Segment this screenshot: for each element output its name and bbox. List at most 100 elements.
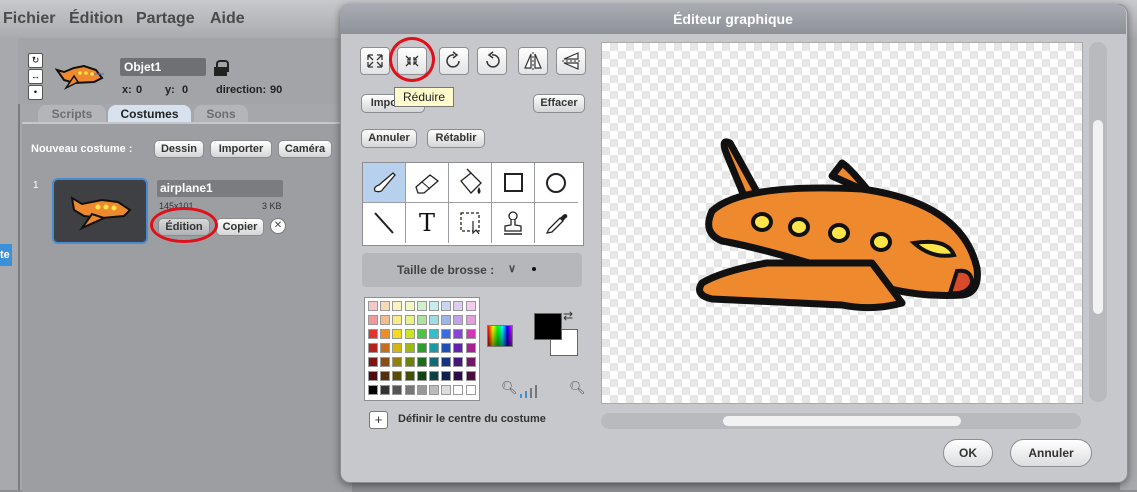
palette-swatch[interactable] [392,357,403,367]
palette-swatch[interactable] [416,371,427,381]
palette-swatch[interactable] [404,343,415,353]
palette-swatch[interactable] [416,329,427,339]
palette-swatch[interactable] [465,329,476,339]
palette-swatch[interactable] [368,343,378,353]
palette-swatch[interactable] [404,315,415,325]
palette-swatch[interactable] [429,357,439,367]
camera-costume-button[interactable]: Caméra [278,140,332,158]
palette-swatch[interactable] [368,357,378,367]
palette-swatch[interactable] [368,301,378,311]
palette-swatch[interactable] [416,343,427,353]
zoom-out-icon[interactable]: 🔍︎ [501,380,518,396]
palette-swatch[interactable] [441,315,452,325]
select-tool[interactable] [449,203,492,243]
rectangle-tool[interactable] [492,163,535,203]
swap-colors-icon[interactable]: ⇄ [563,309,573,323]
palette-swatch[interactable] [441,343,452,353]
zoom-in-icon[interactable]: 🔍︎ [569,380,586,396]
palette-swatch[interactable] [429,343,439,353]
palette-swatch[interactable] [392,371,403,381]
palette-swatch[interactable] [380,357,391,367]
set-center-icon[interactable]: + [369,411,388,429]
palette-swatch[interactable] [404,329,415,339]
costume-thumbnail[interactable] [52,178,148,244]
text-tool[interactable]: T [406,203,449,243]
palette-swatch[interactable] [380,329,391,339]
rotate-right-tool[interactable] [477,47,507,75]
fill-tool[interactable] [449,163,492,203]
palette-swatch[interactable] [404,357,415,367]
palette-swatch[interactable] [465,371,476,381]
palette-swatch[interactable] [441,301,452,311]
sprite-name-field[interactable]: Objet1 [120,58,206,76]
clear-button[interactable]: Effacer [533,94,585,113]
no-rotate-icon[interactable]: • [28,85,43,100]
palette-swatch[interactable] [404,371,415,381]
palette-swatch[interactable] [465,357,476,367]
menu-share[interactable]: Partage [136,10,195,28]
palette-swatch[interactable] [404,385,415,395]
palette-swatch[interactable] [465,315,476,325]
palette-swatch[interactable] [392,385,403,395]
stamp-tool[interactable] [492,203,535,243]
palette-swatch[interactable] [453,371,464,381]
palette-swatch[interactable] [453,343,464,353]
palette-swatch[interactable] [392,301,403,311]
delete-costume-icon[interactable]: ✕ [270,218,286,234]
flip-horizontal-tool[interactable] [518,47,548,75]
palette-swatch[interactable] [465,343,476,353]
color-picker-icon[interactable] [487,325,513,347]
palette-swatch[interactable] [441,357,452,367]
vertical-scrollbar-thumb[interactable] [1093,120,1103,314]
palette-swatch[interactable] [380,315,391,325]
palette-swatch[interactable] [416,385,427,395]
palette-swatch[interactable] [368,315,378,325]
menu-edit[interactable]: Édition [69,10,123,28]
ellipse-tool[interactable] [535,163,578,203]
horizontal-scrollbar-thumb[interactable] [723,416,961,426]
tab-sounds[interactable]: Sons [194,105,248,123]
flip-style-icon[interactable]: ↔ [28,69,43,84]
set-center-label[interactable]: Définir le centre du costume [398,413,546,425]
palette-swatch[interactable] [453,357,464,367]
rotate-left-tool[interactable] [439,47,469,75]
palette-swatch[interactable] [429,371,439,381]
enlarge-tool[interactable] [360,47,390,75]
tab-costumes[interactable]: Costumes [108,105,191,123]
palette-swatch[interactable] [380,371,391,381]
palette-swatch[interactable] [465,385,476,395]
eyedropper-tool[interactable] [535,203,578,243]
palette-swatch[interactable] [392,343,403,353]
costume-name-field[interactable]: airplane1 [157,180,283,197]
palette-swatch[interactable] [453,385,464,395]
palette-swatch[interactable] [380,301,391,311]
paintbrush-tool[interactable] [363,163,406,203]
palette-swatch[interactable] [392,329,403,339]
brush-size-bar[interactable]: Taille de brosse : ∨ [362,253,582,287]
palette-swatch[interactable] [380,385,391,395]
palette-swatch[interactable] [429,329,439,339]
palette-swatch[interactable] [441,371,452,381]
undo-button[interactable]: Annuler [361,129,417,148]
draw-costume-button[interactable]: Dessin [154,140,204,158]
menu-help[interactable]: Aide [210,10,245,28]
palette-swatch[interactable] [392,315,403,325]
palette-swatch[interactable] [429,315,439,325]
blocks-category-tab[interactable]: te [0,244,12,266]
rotate-style-icon[interactable]: ↻ [28,53,43,68]
palette-swatch[interactable] [404,301,415,311]
flip-vertical-tool[interactable] [556,47,586,75]
paint-canvas[interactable] [601,42,1083,404]
eraser-tool[interactable] [406,163,449,203]
chevron-down-icon[interactable]: ∨ [508,262,516,275]
palette-swatch[interactable] [453,315,464,325]
palette-swatch[interactable] [416,357,427,367]
copy-costume-button[interactable]: Copier [216,218,264,236]
palette-swatch[interactable] [429,301,439,311]
cancel-button[interactable]: Annuler [1010,439,1092,467]
palette-swatch[interactable] [368,385,378,395]
palette-swatch[interactable] [441,385,452,395]
primary-color-swatch[interactable] [534,313,562,340]
palette-swatch[interactable] [416,301,427,311]
palette-swatch[interactable] [416,315,427,325]
